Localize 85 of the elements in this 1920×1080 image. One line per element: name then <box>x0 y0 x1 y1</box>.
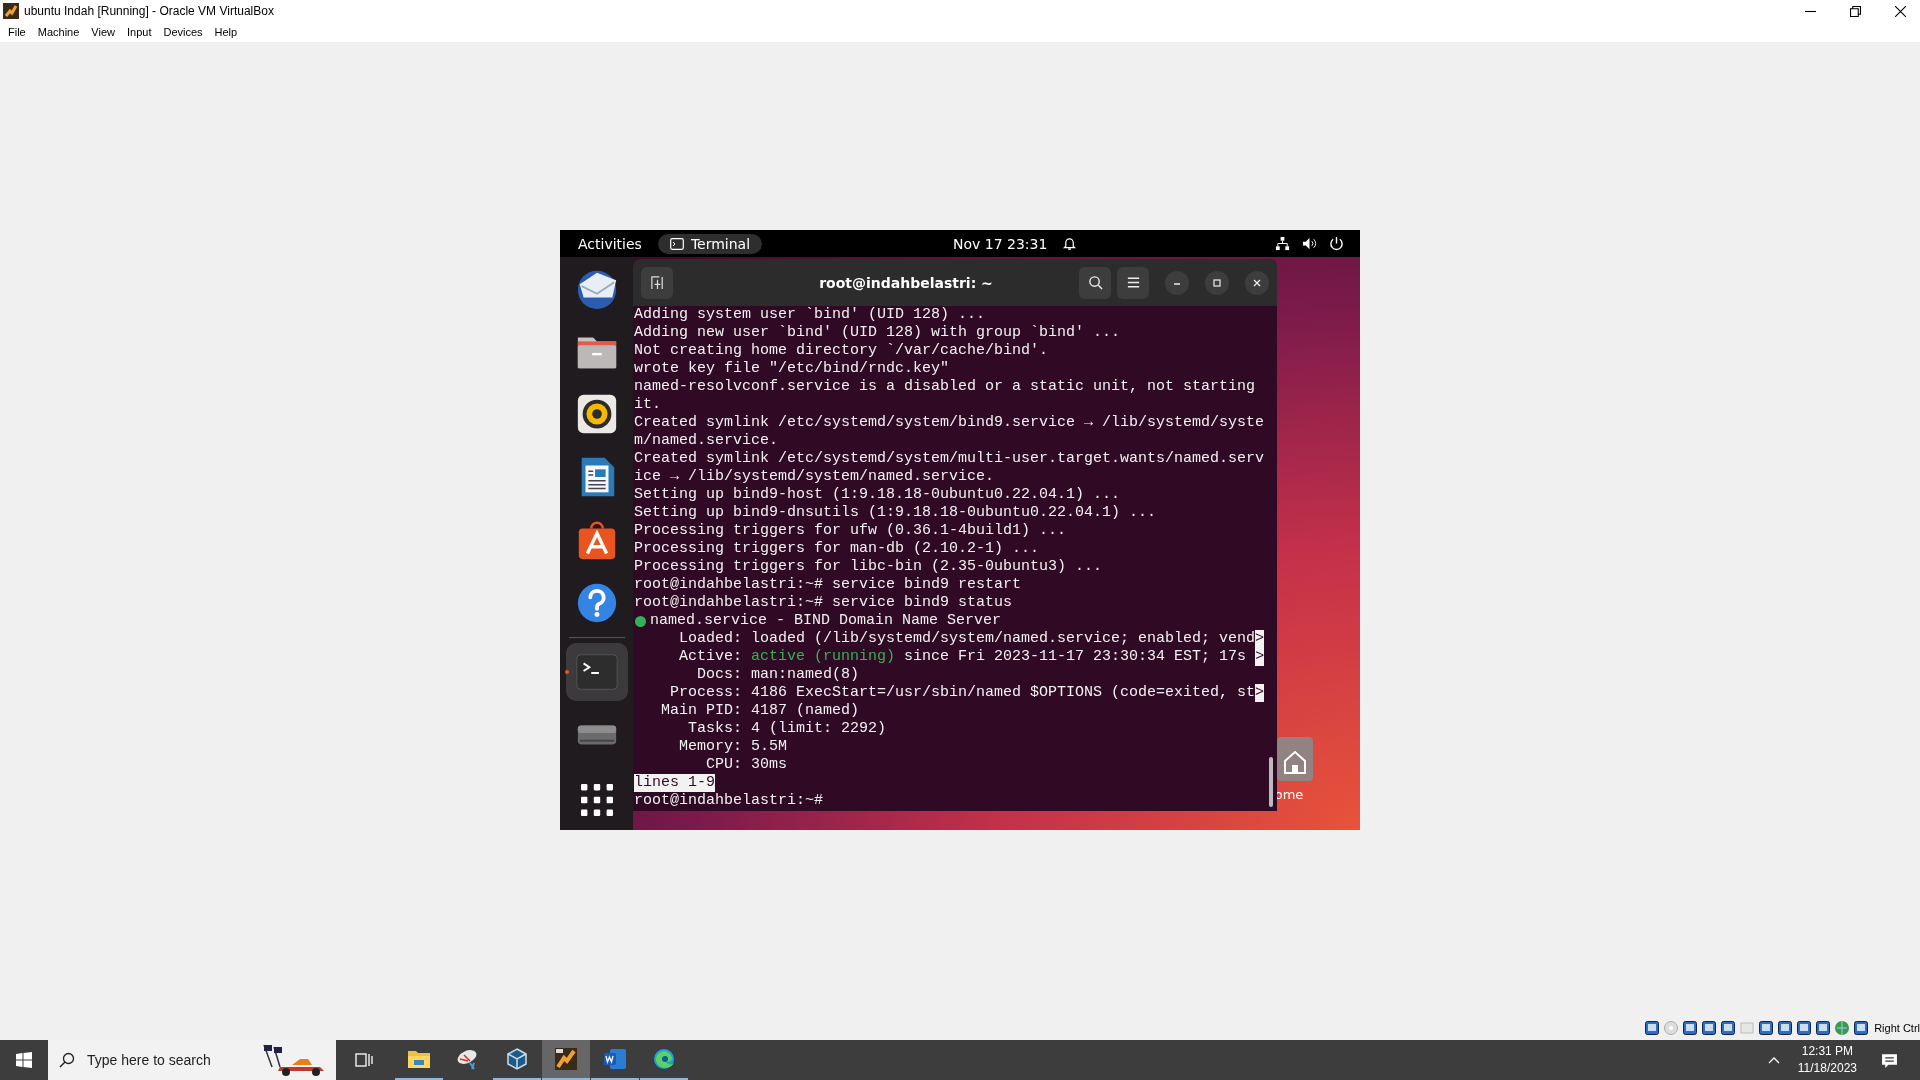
terminal-line: Adding system user `bind' (UID 128) ... <box>634 306 986 324</box>
close-icon <box>1252 277 1262 288</box>
new-tab-icon <box>649 275 665 290</box>
search-button[interactable] <box>1079 266 1111 299</box>
power-icon[interactable] <box>1329 236 1344 251</box>
restore-icon[interactable] <box>1850 5 1861 17</box>
menu-item[interactable]: View <box>85 24 121 40</box>
terminal-line: root@indahbelastri:~# service bind9 restart <box>634 576 1022 594</box>
terminal-line: ice → /lib/systemd/system/named.service. <box>634 468 995 486</box>
taskbar-app[interactable] <box>542 1040 590 1080</box>
terminal-line: Docs: man:named(8) <box>696 666 860 684</box>
terminal-icon <box>669 237 684 250</box>
terminal-line: Not creating home directory `/var/cache/bind'. <box>634 342 1049 360</box>
terminal-line: wrote key file "/etc/bind/rndc.key" <box>634 360 950 378</box>
terminal-app-button[interactable]: Terminal <box>657 233 763 254</box>
terminal-line: Processing triggers for man-db (2.10.2-1) ... <box>634 540 1040 558</box>
cube-icon <box>505 1047 529 1071</box>
network-icon[interactable] <box>1275 236 1290 251</box>
task-view-icon[interactable] <box>355 1051 373 1069</box>
cpu-icon[interactable] <box>1815 1020 1832 1036</box>
menu-item[interactable]: Machine <box>31 24 86 40</box>
menu-item[interactable]: Help <box>208 24 244 40</box>
browser-icon <box>652 1047 676 1071</box>
scrollbar[interactable] <box>1269 757 1273 807</box>
terminal-line: root@indahbelastri:~# service bind9 status <box>634 594 1013 612</box>
terminal-line: m/named.service. <box>634 432 779 450</box>
terminal-title: root@indahbelastri: ~ <box>818 274 994 291</box>
terminal-line: Active: active (running) since Fri 2023-11-17 23:30:34 EST; 17s <box>678 648 1248 666</box>
terminal-line: Tasks: 4 (limit: 2292) <box>687 720 887 738</box>
new-tab-button[interactable] <box>641 266 673 299</box>
maximize-icon <box>1212 277 1222 288</box>
terminal-line: Setting up bind9-host (1:9.18.18-0ubuntu0.22.04.1) ... <box>634 486 1121 504</box>
download-icon[interactable] <box>1853 1020 1870 1036</box>
overflow-marker: > <box>1255 684 1265 702</box>
search-field[interactable]: Type here to search <box>48 1040 336 1080</box>
terminal-line: Created symlink /etc/systemd/system/bind9.service → /lib/systemd/syste <box>634 414 1265 432</box>
pager-status: lines 1-9 <box>634 774 715 792</box>
overflow-marker: > <box>1255 648 1265 666</box>
host-key-label: Right Ctrl <box>1874 1022 1920 1034</box>
windows-logo-icon <box>16 1052 32 1068</box>
terminal-line: Main PID: 4187 (named) <box>660 702 860 720</box>
menu-button[interactable] <box>1117 266 1149 299</box>
bell-icon <box>1063 236 1077 251</box>
audio-icon[interactable] <box>1682 1020 1699 1036</box>
terminal-line: Processing triggers for libc-bin (2.35-0ubuntu3) ... <box>634 558 1103 576</box>
terminal-line: Process: 4186 ExecStart=/usr/sbin/named $OPTIONS (code=exited, st <box>669 684 1256 702</box>
network-icon[interactable] <box>1701 1020 1718 1036</box>
menu-item[interactable]: Input <box>120 24 158 40</box>
menu-item[interactable]: Devices <box>157 24 209 40</box>
capture-icon[interactable] <box>1777 1020 1794 1036</box>
terminal-line: Memory: 5.5M <box>678 738 788 756</box>
terminal-line: Adding new user `bind' (UID 128) with group `bind' ... <box>634 324 1121 342</box>
monitor-icon[interactable] <box>1796 1020 1813 1036</box>
search-icon <box>59 1052 75 1068</box>
terminal-line: CPU: 30ms <box>705 756 788 774</box>
terminal-line: Loaded: loaded (/lib/systemd/system/named.service; enabled; vend <box>678 630 1256 648</box>
notification-icon[interactable] <box>1881 1051 1898 1069</box>
usb-icon[interactable] <box>1720 1020 1737 1036</box>
app-logo-icon <box>554 1047 578 1071</box>
display-icon[interactable] <box>1758 1020 1775 1036</box>
taskbar-date[interactable]: 11/18/2023 <box>1797 1060 1857 1077</box>
taskbar-time[interactable]: 12:31 PM <box>1801 1043 1854 1060</box>
terminal-line: Created symlink /etc/systemd/system/multi-user.target.wants/named.serv <box>634 450 1265 468</box>
terminal-line: Processing triggers for ufw (0.36.1-4build1) ... <box>634 522 1067 540</box>
clock[interactable]: Nov 17 23:31 <box>953 235 1048 252</box>
menu-item[interactable]: File <box>2 24 32 40</box>
window-title: ubuntu Indah [Running] - Oracle VM VirtualBox <box>24 4 274 18</box>
chevron-up-icon[interactable] <box>1767 1056 1780 1064</box>
search-icon <box>1087 275 1103 290</box>
close-icon[interactable] <box>1895 5 1906 17</box>
terminal-line: root@indahbelastri:~# <box>634 792 824 810</box>
overflow-marker: > <box>1255 630 1265 648</box>
maximize-button[interactable] <box>1205 270 1229 295</box>
volume-icon[interactable] <box>1302 236 1317 251</box>
terminal-line: it. <box>634 396 661 414</box>
activities-button[interactable]: Activities <box>560 235 654 252</box>
terminal-line: named.service - BIND Domain Name Server <box>650 612 1002 630</box>
terminal-line: Setting up bind9-dnsutils (1:9.18.18-0ubuntu0.22.04.1) ... <box>634 504 1157 522</box>
terminal-line: named-resolvconf.service is a disabled or a static unit, not starting <box>634 378 1256 396</box>
menu-icon <box>1125 275 1141 290</box>
home-folder-icon[interactable] <box>1277 737 1313 781</box>
app-logo-icon <box>3 3 19 19</box>
app-grid-icon[interactable] <box>580 784 613 816</box>
close-button[interactable] <box>1245 270 1269 295</box>
word-document-icon <box>603 1047 627 1071</box>
